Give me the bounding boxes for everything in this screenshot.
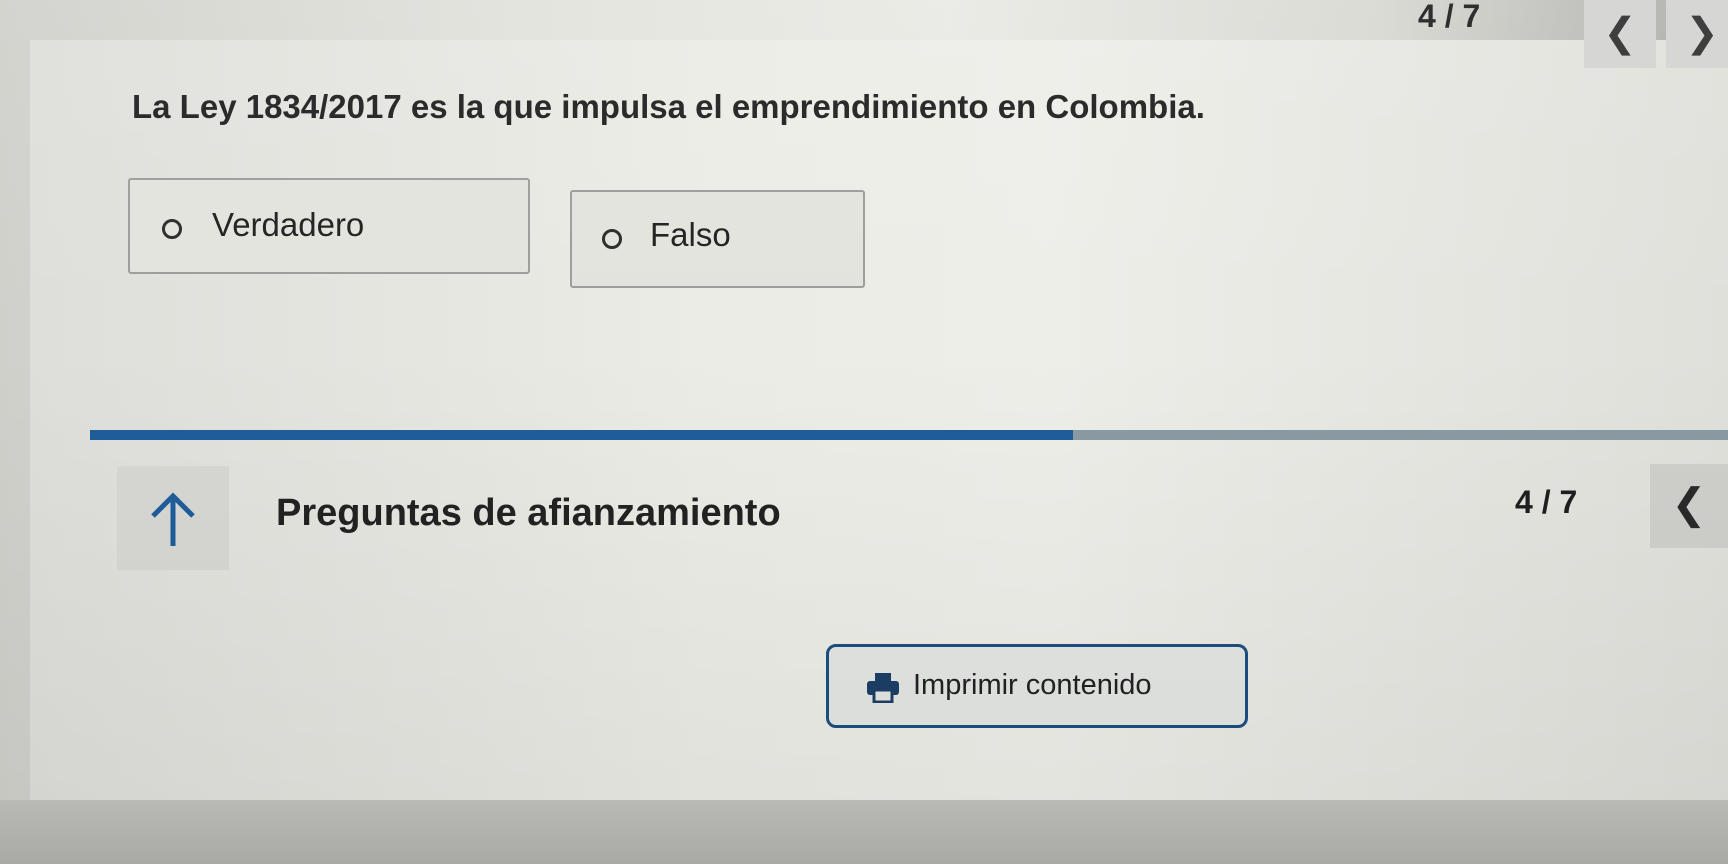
progress-bar-fill (90, 430, 1073, 440)
print-content-label: Imprimir contenido (913, 669, 1152, 701)
question-counter-top: 4 / 7 (1418, 0, 1481, 34)
print-content-button[interactable]: Imprimir contenido (826, 644, 1248, 728)
section-title: Preguntas de afianzamiento (276, 492, 781, 534)
progress-bar (90, 430, 1728, 440)
radio-icon[interactable] (162, 219, 182, 239)
option-verdadero[interactable]: Verdadero (128, 178, 530, 274)
option-label: Verdadero (212, 206, 365, 243)
radio-icon[interactable] (602, 229, 622, 249)
chevron-left-icon: ❮ (1603, 11, 1637, 55)
printer-icon (867, 673, 899, 703)
arrow-up-icon (151, 492, 195, 546)
screen-bottom-edge (0, 800, 1728, 864)
chevron-left-icon: ❮ (1671, 480, 1707, 527)
option-falso[interactable]: Falso (570, 190, 865, 288)
scroll-up-button[interactable] (117, 466, 229, 570)
question-text: La Ley 1834/2017 es la que impulsa el em… (132, 88, 1205, 125)
next-question-button[interactable]: ❯ (1666, 0, 1728, 68)
previous-question-button[interactable]: ❮ (1584, 0, 1656, 68)
chevron-right-icon: ❯ (1685, 11, 1719, 55)
previous-section-button[interactable]: ❮ (1650, 464, 1728, 548)
question-counter-bottom: 4 / 7 (1515, 484, 1578, 520)
screen: 4 / 7 ❮ ❯ La Ley 1834/2017 es la que imp… (0, 0, 1728, 864)
option-label: Falso (650, 216, 731, 253)
